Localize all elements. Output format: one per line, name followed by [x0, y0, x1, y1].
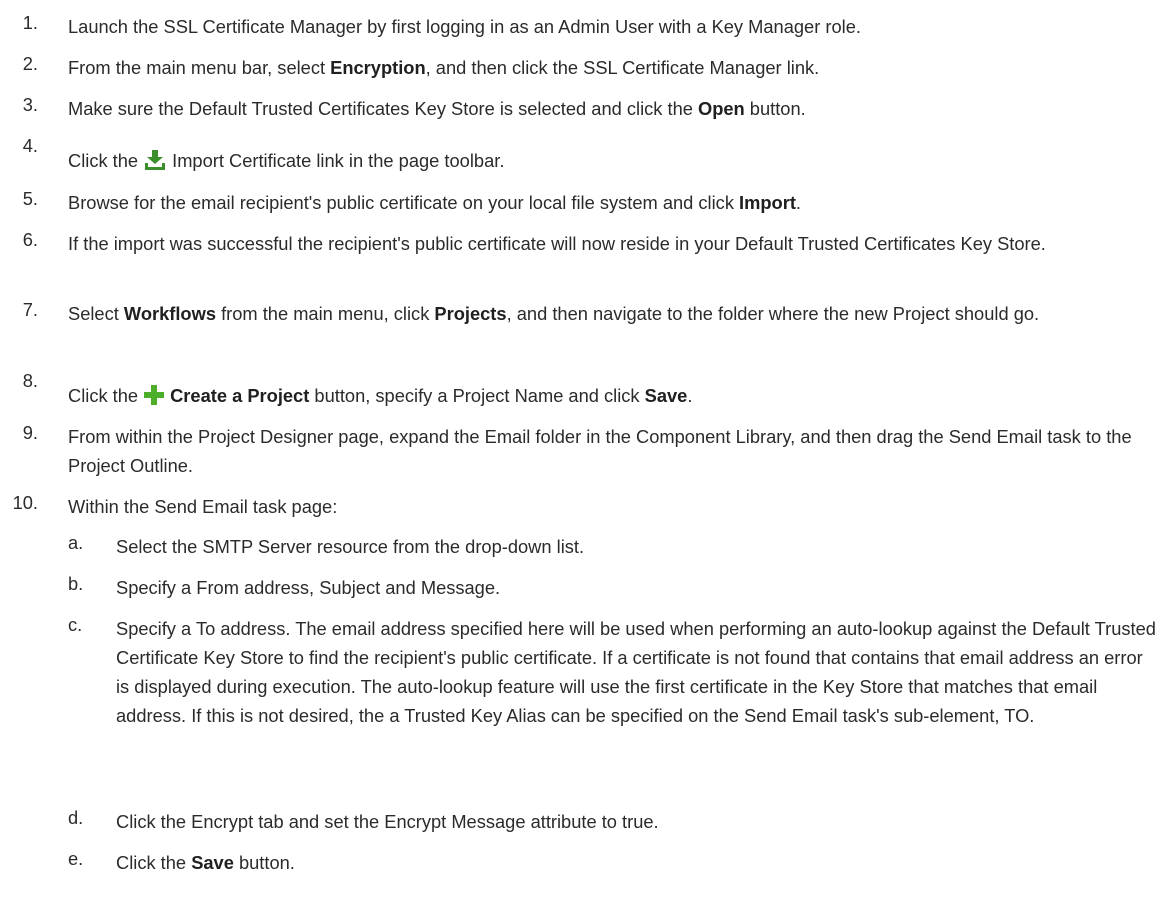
substep-letter: b. [68, 573, 84, 594]
step-text-part: Click the [116, 852, 192, 873]
step-number: 4. [22, 135, 38, 156]
substep-text: Click the Encrypt tab and set the Encryp… [116, 811, 659, 832]
step-number: 5. [22, 188, 38, 209]
workflows-menu-label: Workflows [123, 303, 216, 324]
step-text-part: Browse for the email recipient's public … [68, 192, 740, 213]
menu-encryption-label: Encryption [330, 57, 426, 78]
step-text-part: Import Certificate link in the page tool… [172, 150, 505, 171]
substep-letter: d. [68, 807, 84, 828]
step-number: 1. [22, 12, 38, 33]
step-text: From the main menu bar, select Encryptio… [68, 53, 1153, 82]
step-text: From within the Project Designer page, e… [68, 426, 1132, 476]
step-text: Select Workflows from the main menu, cli… [68, 299, 1153, 328]
step-text-part: Click the [68, 150, 139, 171]
substep-text: Specify a From address, Subject and Mess… [116, 577, 501, 598]
step-text-part: Select [68, 303, 124, 324]
step-text-part: Click the [68, 385, 139, 406]
green-plus-icon [144, 384, 165, 413]
open-button-label: Open [697, 98, 745, 119]
substep-letter: c. [68, 614, 83, 635]
step-text: Click the Import Certificate link in the … [68, 146, 1153, 178]
instructions-document: 1. Launch the SSL Certificate Manager by… [0, 0, 1165, 908]
step-text-part: . [687, 385, 693, 406]
save-button-label: Save [191, 852, 234, 873]
substep-letter: e. [68, 848, 84, 869]
step-text-part: button. [233, 852, 295, 873]
import-download-icon [144, 149, 166, 178]
step-text: Within the Send Email task page: [68, 496, 338, 517]
step-number: 10. [12, 492, 38, 513]
substep-letter: a. [68, 532, 84, 553]
step-number: 9. [22, 422, 38, 443]
substep-text: Select the SMTP Server resource from the… [116, 536, 585, 557]
step-text: Click the Create a Project button, specif… [68, 381, 1153, 413]
step-text: Browse for the email recipient's public … [68, 188, 1153, 217]
step-number: 7. [22, 299, 38, 320]
step-text-part: button. [744, 98, 806, 119]
step-text: If the import was successful the recipie… [68, 233, 1046, 254]
step-text-part: , and then click the SSL Certificate Man… [425, 57, 820, 78]
step-text-part: , and then navigate to the folder where … [506, 303, 1040, 324]
step-number: 6. [22, 229, 38, 250]
step-text-part: From the main menu bar, select [68, 57, 331, 78]
create-project-button-label: Create a Project [170, 385, 310, 406]
projects-link-label: Projects [434, 303, 507, 324]
substep-text: Specify a To address. The email address … [116, 618, 1156, 726]
step-text-part: button, specify a Project Name and click [309, 385, 645, 406]
substep-text: Click the Save button. [116, 848, 1156, 877]
step-text: Make sure the Default Trusted Certificat… [68, 94, 1153, 123]
step-text: Launch the SSL Certificate Manager by fi… [68, 16, 861, 37]
step-number: 3. [22, 94, 38, 115]
step-text-part: Make sure the Default Trusted Certificat… [68, 98, 698, 119]
step-number: 8. [22, 370, 38, 391]
step-number: 2. [22, 53, 38, 74]
save-button-label: Save [644, 385, 688, 406]
step-text-part: from the main menu, click [215, 303, 435, 324]
import-button-label: Import [739, 192, 796, 213]
step-text-part: . [795, 192, 802, 213]
